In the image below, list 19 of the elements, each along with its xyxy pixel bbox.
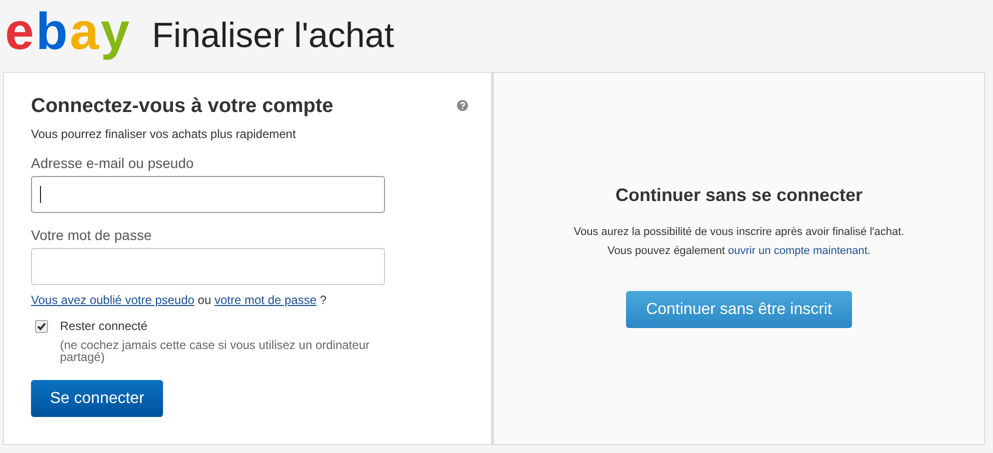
page-title: Finaliser l'achat bbox=[152, 16, 394, 56]
help-icon[interactable] bbox=[457, 100, 468, 111]
remember-label: Rester connecté bbox=[60, 319, 148, 333]
signin-heading: Connectez-vous à votre compte bbox=[31, 95, 334, 118]
create-account-link[interactable]: ouvrir un compte maintenant bbox=[728, 245, 868, 257]
forgot-username-link[interactable]: Vous avez oublié votre pseudo bbox=[31, 293, 194, 307]
field-label: Votre mot de passe bbox=[31, 227, 152, 243]
guest-heading: Continuer sans se connecter bbox=[615, 185, 863, 206]
signin-button[interactable]: Se connecter bbox=[31, 380, 164, 417]
field-label: Adresse e-mail ou pseudo bbox=[31, 155, 194, 171]
remember-checkbox[interactable] bbox=[35, 320, 48, 333]
remember-note: (ne cochez jamais cette case si vous utilisez un ordinateur partagé) bbox=[60, 339, 370, 363]
guest-account-text: Vous pouvez également ouvrir un compte maintenant. bbox=[608, 244, 870, 259]
forgot-text: Vous avez oublié votre pseudo ou votre mot de passe ? bbox=[31, 293, 327, 307]
signin-subtitle: Vous pourrez finaliser vos achats plus rapidement bbox=[31, 127, 296, 141]
forgot-password-link[interactable]: votre mot de passe bbox=[214, 293, 317, 307]
input-field[interactable] bbox=[31, 176, 385, 213]
input-field[interactable] bbox=[31, 248, 385, 285]
guest-info-text: Vous aurez la possibilité de vous inscrire après avoir finalisé l'achat. bbox=[574, 225, 904, 240]
